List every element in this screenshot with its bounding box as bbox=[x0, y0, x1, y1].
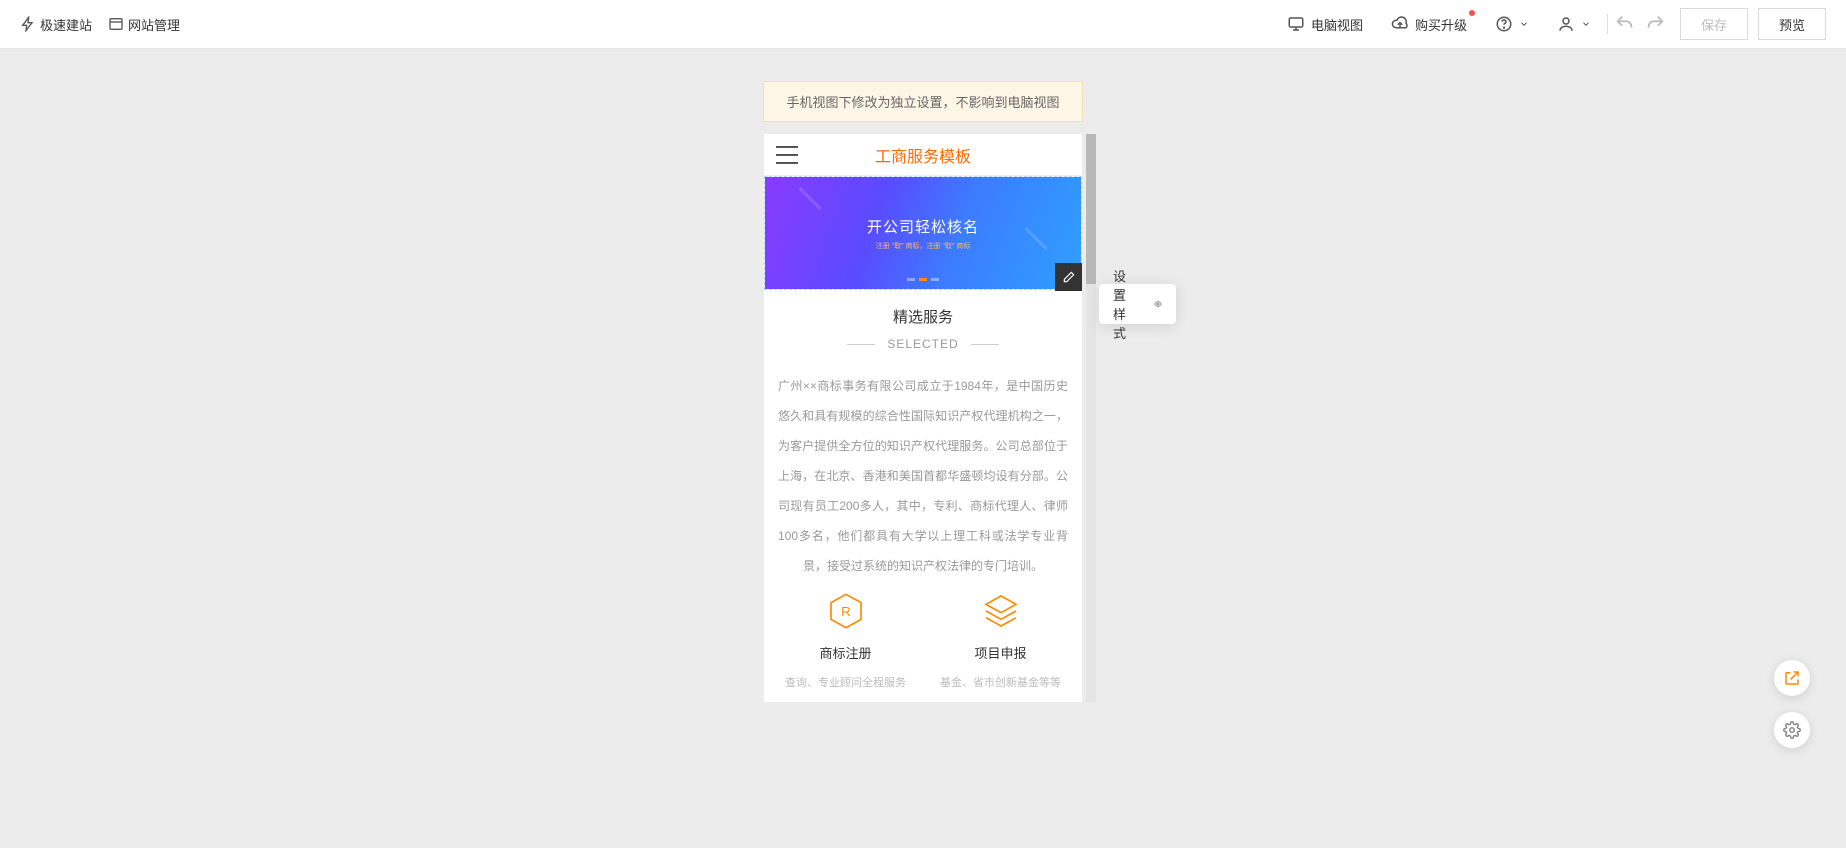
topbar-right: 电脑视图 购买升级 保存 预览 bbox=[1273, 0, 1826, 49]
service-item[interactable]: R 商标注册 查询、专业顾问全程服务 bbox=[768, 591, 923, 690]
module-popover: 设置样式 bbox=[1099, 284, 1176, 324]
carousel-dots[interactable] bbox=[907, 278, 939, 281]
hamburger-menu-icon[interactable] bbox=[776, 146, 798, 164]
phone-scrollbar[interactable] bbox=[1086, 134, 1096, 702]
section-title: 精选服务 bbox=[778, 306, 1068, 327]
settings-fab[interactable] bbox=[1774, 712, 1810, 748]
notification-dot-icon bbox=[1469, 10, 1475, 16]
floating-action-buttons bbox=[1774, 660, 1810, 748]
user-icon bbox=[1557, 15, 1575, 33]
banner-subline: 注册 "取" 商标，注册 "取" 商标 bbox=[876, 241, 971, 251]
undo-button[interactable] bbox=[1610, 0, 1640, 49]
share-icon bbox=[1783, 669, 1801, 687]
banner-module[interactable]: 开公司轻松核名 注册 "取" 商标，注册 "取" 商标 bbox=[764, 176, 1082, 290]
share-fab[interactable] bbox=[1774, 660, 1810, 696]
desktop-icon bbox=[1287, 15, 1305, 33]
hero-banner: 开公司轻松核名 注册 "取" 商标，注册 "取" 商标 bbox=[765, 177, 1081, 289]
phone-outer: 工商服务模板 开公司轻松核名 注册 "取" 商标，注册 "取" 商标 精选服务 … bbox=[764, 134, 1082, 702]
service-name: 项目申报 bbox=[974, 643, 1026, 662]
redo-icon bbox=[1644, 13, 1666, 35]
edit-module-button[interactable] bbox=[1055, 263, 1082, 291]
desktop-view-button[interactable]: 电脑视图 bbox=[1273, 0, 1377, 49]
topbar: 极速建站 网站管理 电脑视图 购买升级 bbox=[0, 0, 1846, 49]
chevron-down-icon bbox=[1519, 19, 1529, 29]
chevron-down-icon bbox=[1581, 19, 1591, 29]
phone-title: 工商服务模板 bbox=[875, 143, 971, 167]
help-icon bbox=[1495, 15, 1513, 33]
banner-headline: 开公司轻松核名 bbox=[867, 216, 979, 237]
upgrade-button[interactable]: 购买升级 bbox=[1377, 0, 1481, 49]
canvas-area: 手机视图下修改为独立设置，不影响到电脑视图 工商服务模板 开公司轻松核名 注册 … bbox=[0, 49, 1846, 848]
preview-button[interactable]: 预览 bbox=[1758, 8, 1826, 40]
window-icon bbox=[108, 16, 124, 32]
selected-services-section: 精选服务 SELECTED 广州××商标事务有限公司成立于1984年，是中国历史… bbox=[764, 290, 1082, 581]
redo-button[interactable] bbox=[1640, 0, 1670, 49]
phone-header: 工商服务模板 bbox=[764, 134, 1082, 176]
preview-label: 预览 bbox=[1779, 15, 1805, 34]
section-description: 广州××商标事务有限公司成立于1984年，是中国历史悠久和具有规模的综合性国际知… bbox=[778, 371, 1068, 581]
user-button[interactable] bbox=[1543, 0, 1605, 49]
speed-build-link[interactable]: 极速建站 bbox=[20, 15, 92, 34]
layers-icon bbox=[981, 591, 1021, 631]
mobile-notice: 手机视图下修改为独立设置，不影响到电脑视图 bbox=[763, 81, 1082, 122]
eye-icon[interactable] bbox=[1154, 295, 1162, 313]
service-item[interactable]: 项目申报 基金、省市创新基金等等 bbox=[923, 591, 1078, 690]
pencil-icon bbox=[1062, 270, 1076, 284]
service-name: 商标注册 bbox=[819, 643, 871, 662]
scrollbar-thumb[interactable] bbox=[1086, 134, 1096, 284]
desktop-view-label: 电脑视图 bbox=[1311, 15, 1363, 34]
service-desc: 查询、专业顾问全程服务 bbox=[785, 674, 906, 690]
gear-icon bbox=[1783, 721, 1801, 739]
site-manage-label: 网站管理 bbox=[128, 15, 180, 34]
site-manage-link[interactable]: 网站管理 bbox=[108, 15, 180, 34]
lightning-icon bbox=[20, 16, 36, 32]
svg-text:R: R bbox=[841, 604, 851, 619]
services-grid: R 商标注册 查询、专业顾问全程服务 项目申报 基金、省市创新基金等等 bbox=[764, 581, 1082, 690]
upgrade-label: 购买升级 bbox=[1415, 15, 1467, 34]
divider bbox=[1607, 14, 1608, 34]
undo-icon bbox=[1614, 13, 1636, 35]
save-button[interactable]: 保存 bbox=[1680, 8, 1748, 40]
set-style-button[interactable]: 设置样式 bbox=[1113, 266, 1136, 342]
phone-preview: 工商服务模板 开公司轻松核名 注册 "取" 商标，注册 "取" 商标 精选服务 … bbox=[764, 134, 1082, 702]
help-button[interactable] bbox=[1481, 0, 1543, 49]
section-subtitle: SELECTED bbox=[778, 337, 1068, 351]
save-label: 保存 bbox=[1701, 15, 1727, 34]
service-desc: 基金、省市创新基金等等 bbox=[940, 674, 1061, 690]
topbar-left: 极速建站 网站管理 bbox=[20, 15, 190, 34]
speed-build-label: 极速建站 bbox=[40, 15, 92, 34]
cloud-up-icon bbox=[1391, 15, 1409, 33]
trademark-icon: R bbox=[826, 591, 866, 631]
